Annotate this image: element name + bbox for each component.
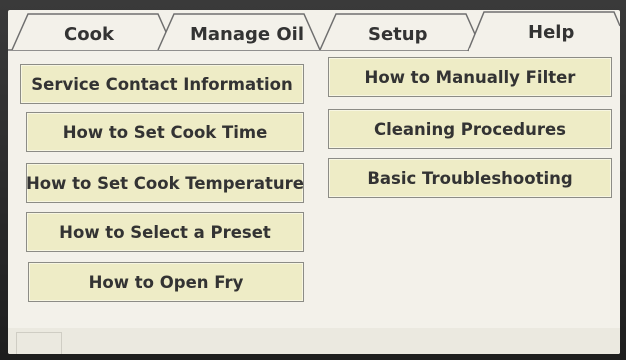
tab-help[interactable]: Help — [528, 22, 574, 43]
service-contact-information-button[interactable]: Service Contact Information — [20, 64, 304, 104]
tab-manage-oil[interactable]: Manage Oil — [190, 24, 304, 45]
tab-cook[interactable]: Cook — [64, 24, 114, 45]
basic-troubleshooting-button[interactable]: Basic Troubleshooting — [328, 158, 612, 198]
status-strip — [8, 328, 620, 354]
corner-marker — [16, 332, 62, 354]
how-to-set-cook-temperature-button[interactable]: How to Set Cook Temperature — [26, 163, 304, 203]
tab-setup[interactable]: Setup — [368, 24, 427, 45]
how-to-open-fry-button[interactable]: How to Open Fry — [28, 262, 304, 302]
cleaning-procedures-button[interactable]: Cleaning Procedures — [328, 109, 612, 149]
how-to-select-a-preset-button[interactable]: How to Select a Preset — [26, 212, 304, 252]
how-to-set-cook-time-button[interactable]: How to Set Cook Time — [26, 112, 304, 152]
how-to-manually-filter-button[interactable]: How to Manually Filter — [328, 57, 612, 97]
fryer-controller-screen: Cook Manage Oil Setup Help Service Conta… — [8, 10, 620, 354]
tab-bar: Cook Manage Oil Setup Help — [8, 10, 620, 52]
